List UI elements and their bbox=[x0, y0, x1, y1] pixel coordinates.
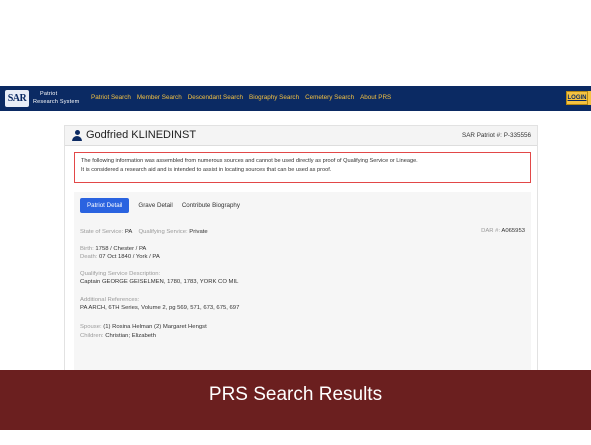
death-label: Death: bbox=[80, 254, 97, 260]
state-of-service-label: State of Service: bbox=[80, 229, 123, 235]
dar-label: DAR #: bbox=[481, 228, 500, 234]
top-navbar: SAR Patriot Research System Patriot Sear… bbox=[0, 86, 591, 111]
nav-links: Patriot Search Member Search Descendant … bbox=[91, 94, 391, 101]
spouse-value: (1) Rosina Helman (2) Margaret Hengst bbox=[103, 324, 206, 330]
brand-name: Patriot Research System bbox=[33, 90, 79, 106]
service-description-label-row: Qualifying Service Description: bbox=[80, 270, 160, 278]
references-label-row: Additional References: bbox=[80, 296, 139, 304]
detail-tabs: Patriot Detail Grave Detail Contribute B… bbox=[80, 198, 240, 213]
nav-link-patriot-search[interactable]: Patriot Search bbox=[91, 94, 131, 101]
patriot-card: Godfried KLINEDINST SAR Patriot #: P-335… bbox=[64, 125, 538, 370]
references-value: PA ARCH, 6TH Series, Volume 2, pg 569, 5… bbox=[80, 305, 239, 311]
patriot-number: SAR Patriot #: P-335556 bbox=[462, 132, 531, 139]
children-value: Christian; Elizabeth bbox=[105, 333, 156, 339]
references-value-row: PA ARCH, 6TH Series, Volume 2, pg 569, 5… bbox=[80, 304, 239, 312]
birth-value: 1758 / Chester / PA bbox=[95, 246, 146, 252]
death-row: Death: 07 Oct 1840 / York / PA bbox=[80, 253, 160, 261]
nav-link-biography-search[interactable]: Biography Search bbox=[249, 94, 299, 101]
user-icon bbox=[72, 130, 82, 141]
service-row: State of Service: PA Qualifying Service:… bbox=[80, 228, 208, 236]
tab-patriot-detail[interactable]: Patriot Detail bbox=[80, 198, 129, 213]
nav-link-descendant-search[interactable]: Descendant Search bbox=[188, 94, 243, 101]
detail-panel: Patriot Detail Grave Detail Contribute B… bbox=[74, 192, 531, 370]
spouse-label: Spouse: bbox=[80, 324, 102, 330]
login-button[interactable]: LOGIN bbox=[566, 91, 588, 105]
nav-link-cemetery-search[interactable]: Cemetery Search bbox=[305, 94, 354, 101]
tab-grave-detail[interactable]: Grave Detail bbox=[138, 202, 172, 209]
state-of-service-value: PA bbox=[125, 229, 132, 235]
notice-line-2: It is considered a research aid and is i… bbox=[81, 166, 524, 175]
nav-link-member-search[interactable]: Member Search bbox=[137, 94, 182, 101]
brand-line-2: Research System bbox=[33, 98, 79, 106]
card-header: Godfried KLINEDINST SAR Patriot #: P-335… bbox=[65, 126, 537, 146]
birth-row: Birth: 1758 / Chester / PA bbox=[80, 245, 146, 253]
service-description-value-row: Captain GEORGE GEISELMEN, 1780, 1783, YO… bbox=[80, 278, 238, 286]
caption-bar: PRS Search Results bbox=[0, 370, 591, 430]
dar-number: DAR #: A065953 bbox=[481, 228, 525, 234]
spouse-row: Spouse: (1) Rosina Helman (2) Margaret H… bbox=[80, 323, 207, 331]
brand-line-1: Patriot bbox=[33, 90, 79, 98]
sar-logo[interactable]: SAR bbox=[5, 90, 29, 107]
patriot-name: Godfried KLINEDINST bbox=[86, 129, 196, 141]
service-description-label: Qualifying Service Description: bbox=[80, 271, 160, 277]
qualifying-service-value: Private bbox=[189, 229, 207, 235]
notice-line-1: The following information was assembled … bbox=[81, 157, 524, 166]
caption-text: PRS Search Results bbox=[0, 384, 591, 406]
children-row: Children: Christian; Elizabeth bbox=[80, 332, 156, 340]
death-value: 07 Oct 1840 / York / PA bbox=[99, 254, 160, 260]
references-label: Additional References: bbox=[80, 297, 139, 303]
dar-value: A065953 bbox=[501, 228, 525, 234]
tab-contribute-biography[interactable]: Contribute Biography bbox=[182, 202, 240, 209]
disclaimer-notice: The following information was assembled … bbox=[74, 152, 531, 183]
birth-label: Birth: bbox=[80, 246, 94, 252]
embedded-screenshot: SAR Patriot Research System Patriot Sear… bbox=[0, 86, 591, 370]
service-description-value: Captain GEORGE GEISELMEN, 1780, 1783, YO… bbox=[80, 279, 238, 285]
qualifying-service-label: Qualifying Service: bbox=[139, 229, 188, 235]
patriot-number-label: SAR Patriot #: bbox=[462, 132, 502, 139]
children-label: Children: bbox=[80, 333, 104, 339]
patriot-number-value: P-335556 bbox=[504, 132, 531, 139]
nav-link-about-prs[interactable]: About PRS bbox=[360, 94, 391, 101]
